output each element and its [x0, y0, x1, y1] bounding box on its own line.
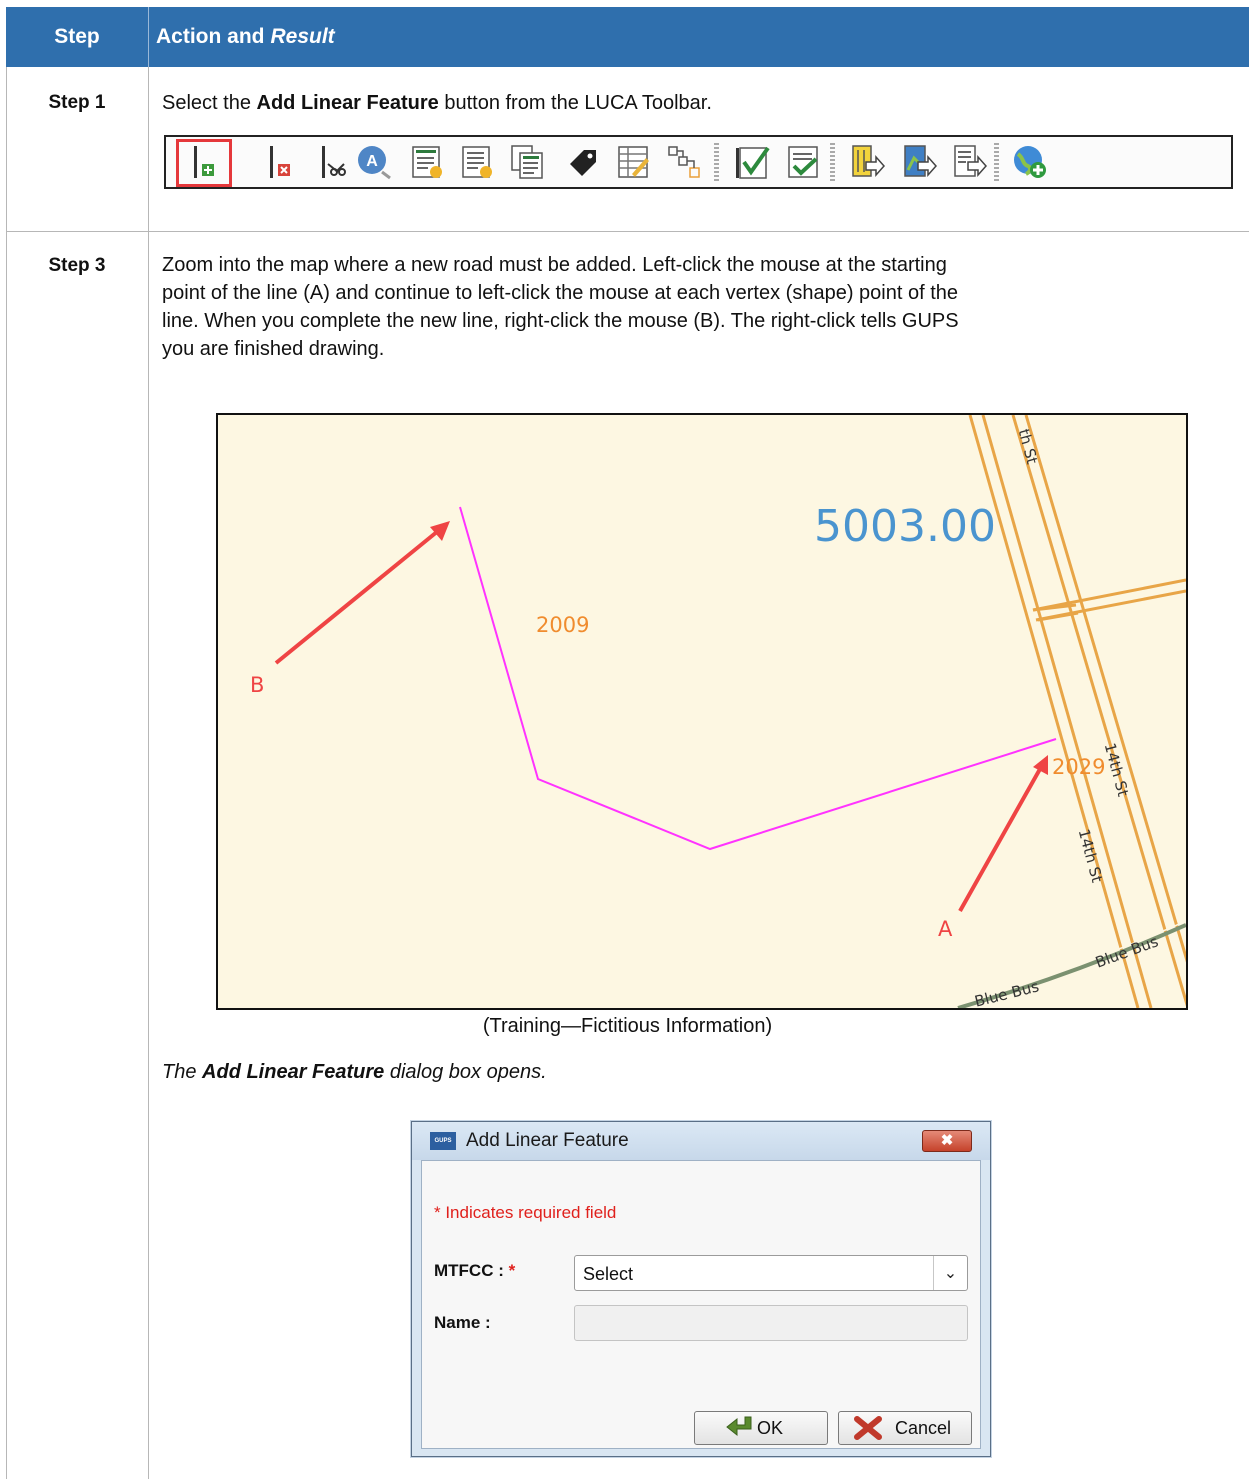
ok-label: OK	[757, 1418, 784, 1438]
check-icon[interactable]	[734, 144, 770, 180]
toolbar-separator	[830, 143, 835, 181]
result-bold: Add Linear Feature	[202, 1061, 385, 1083]
column-divider	[148, 67, 149, 1479]
relate-icon[interactable]	[666, 144, 702, 180]
cancel-button[interactable]: Cancel	[838, 1411, 972, 1445]
luca-toolbar: A	[164, 135, 1233, 189]
road-lines	[968, 415, 1186, 1008]
step-3-paragraph: Zoom into the map where a new road must …	[162, 251, 959, 363]
point-a-label: A	[938, 917, 953, 941]
table-left-border	[6, 67, 7, 1479]
mtfcc-select-value: Select	[583, 1264, 634, 1284]
svg-text:A: A	[366, 153, 378, 170]
ok-button[interactable]: OK	[694, 1411, 828, 1445]
edit-table-icon[interactable]	[616, 144, 652, 180]
step-1-text-bold: Add Linear Feature	[256, 92, 439, 114]
name-input[interactable]	[574, 1305, 968, 1341]
gups-logo: GUPS	[430, 1132, 456, 1150]
result-prefix: The	[162, 1061, 203, 1083]
name-label: Name :	[434, 1313, 491, 1332]
add-record-icon[interactable]	[410, 144, 446, 180]
step-1-text-suffix: button from the LUCA Toolbar.	[438, 92, 712, 114]
required-note: * Indicates required field	[434, 1203, 617, 1222]
ok-arrow-icon	[726, 1416, 752, 1437]
add-globe-icon[interactable]	[1012, 144, 1048, 180]
export-icon[interactable]	[850, 144, 886, 180]
map-canvas	[274, 415, 1186, 1008]
toolbar-separator	[714, 143, 719, 181]
mtfcc-label: MTFCC : *	[434, 1261, 515, 1281]
dialog-titlebar: GUPS Add Linear Feature ✖	[412, 1122, 990, 1160]
header-action-text: Action and	[156, 25, 265, 48]
step-3-result: The Add Linear Feature dialog box opens.	[162, 1061, 547, 1084]
cancel-label: Cancel	[895, 1418, 952, 1438]
chevron-down-icon[interactable]: ⌄	[933, 1256, 967, 1290]
header-result-text: Result	[270, 25, 335, 48]
export-list-icon[interactable]	[952, 144, 988, 180]
header-divider	[148, 7, 149, 67]
dialog-title: Add Linear Feature	[466, 1130, 629, 1151]
step-3-label: Step 3	[48, 255, 106, 276]
export-map-icon[interactable]	[902, 144, 938, 180]
step-1-label: Step 1	[48, 92, 106, 113]
table-header: Step Action and Result	[6, 7, 1249, 67]
map-view[interactable]: 5003.00 2009 2029 B A th St 14th St 14th…	[216, 413, 1188, 1010]
map-caption: (Training—Fictitious Information)	[482, 1015, 773, 1037]
copy-records-icon[interactable]	[510, 144, 546, 180]
review-check-icon[interactable]	[786, 144, 822, 180]
step-1-text: Select the Add Linear Feature button fro…	[162, 89, 712, 117]
header-step: Step	[54, 25, 100, 48]
mtfcc-select[interactable]: Select ⌄	[574, 1255, 968, 1291]
delete-linear-feature-icon[interactable]	[262, 144, 298, 180]
step-3-line: you are finished drawing.	[162, 338, 385, 360]
header-action: Action and Result	[156, 7, 335, 67]
dialog-body: * Indicates required field MTFCC : * Sel…	[421, 1160, 981, 1449]
cancel-x-icon	[854, 1416, 882, 1440]
tag-icon[interactable]	[564, 144, 600, 180]
step-1-text-prefix: Select the	[162, 92, 257, 114]
result-suffix: dialog box opens.	[384, 1061, 547, 1083]
add-list-icon[interactable]	[460, 144, 496, 180]
split-linear-feature-icon[interactable]	[314, 144, 350, 180]
step-3-line: line. When you complete the new line, ri…	[162, 310, 959, 332]
new-line	[459, 506, 1057, 851]
block-label: 2029	[1052, 755, 1106, 779]
required-star: *	[508, 1261, 516, 1280]
point-b-label: B	[250, 673, 265, 697]
step-3-line: point of the line (A) and continue to le…	[162, 282, 959, 304]
tract-label: 5003.00	[814, 501, 996, 552]
block-label: 2009	[536, 613, 590, 637]
mtfcc-label-text: MTFCC :	[434, 1261, 504, 1280]
arrows	[274, 521, 1048, 912]
add-linear-feature-icon[interactable]	[186, 144, 222, 180]
add-linear-feature-dialog: GUPS Add Linear Feature ✖ * Indicates re…	[411, 1121, 991, 1457]
toolbar-separator	[994, 143, 999, 181]
close-button[interactable]: ✖	[922, 1130, 972, 1152]
step-3-line: Zoom into the map where a new road must …	[162, 254, 947, 276]
address-icon[interactable]: A	[356, 144, 392, 180]
row-divider	[6, 231, 1249, 232]
